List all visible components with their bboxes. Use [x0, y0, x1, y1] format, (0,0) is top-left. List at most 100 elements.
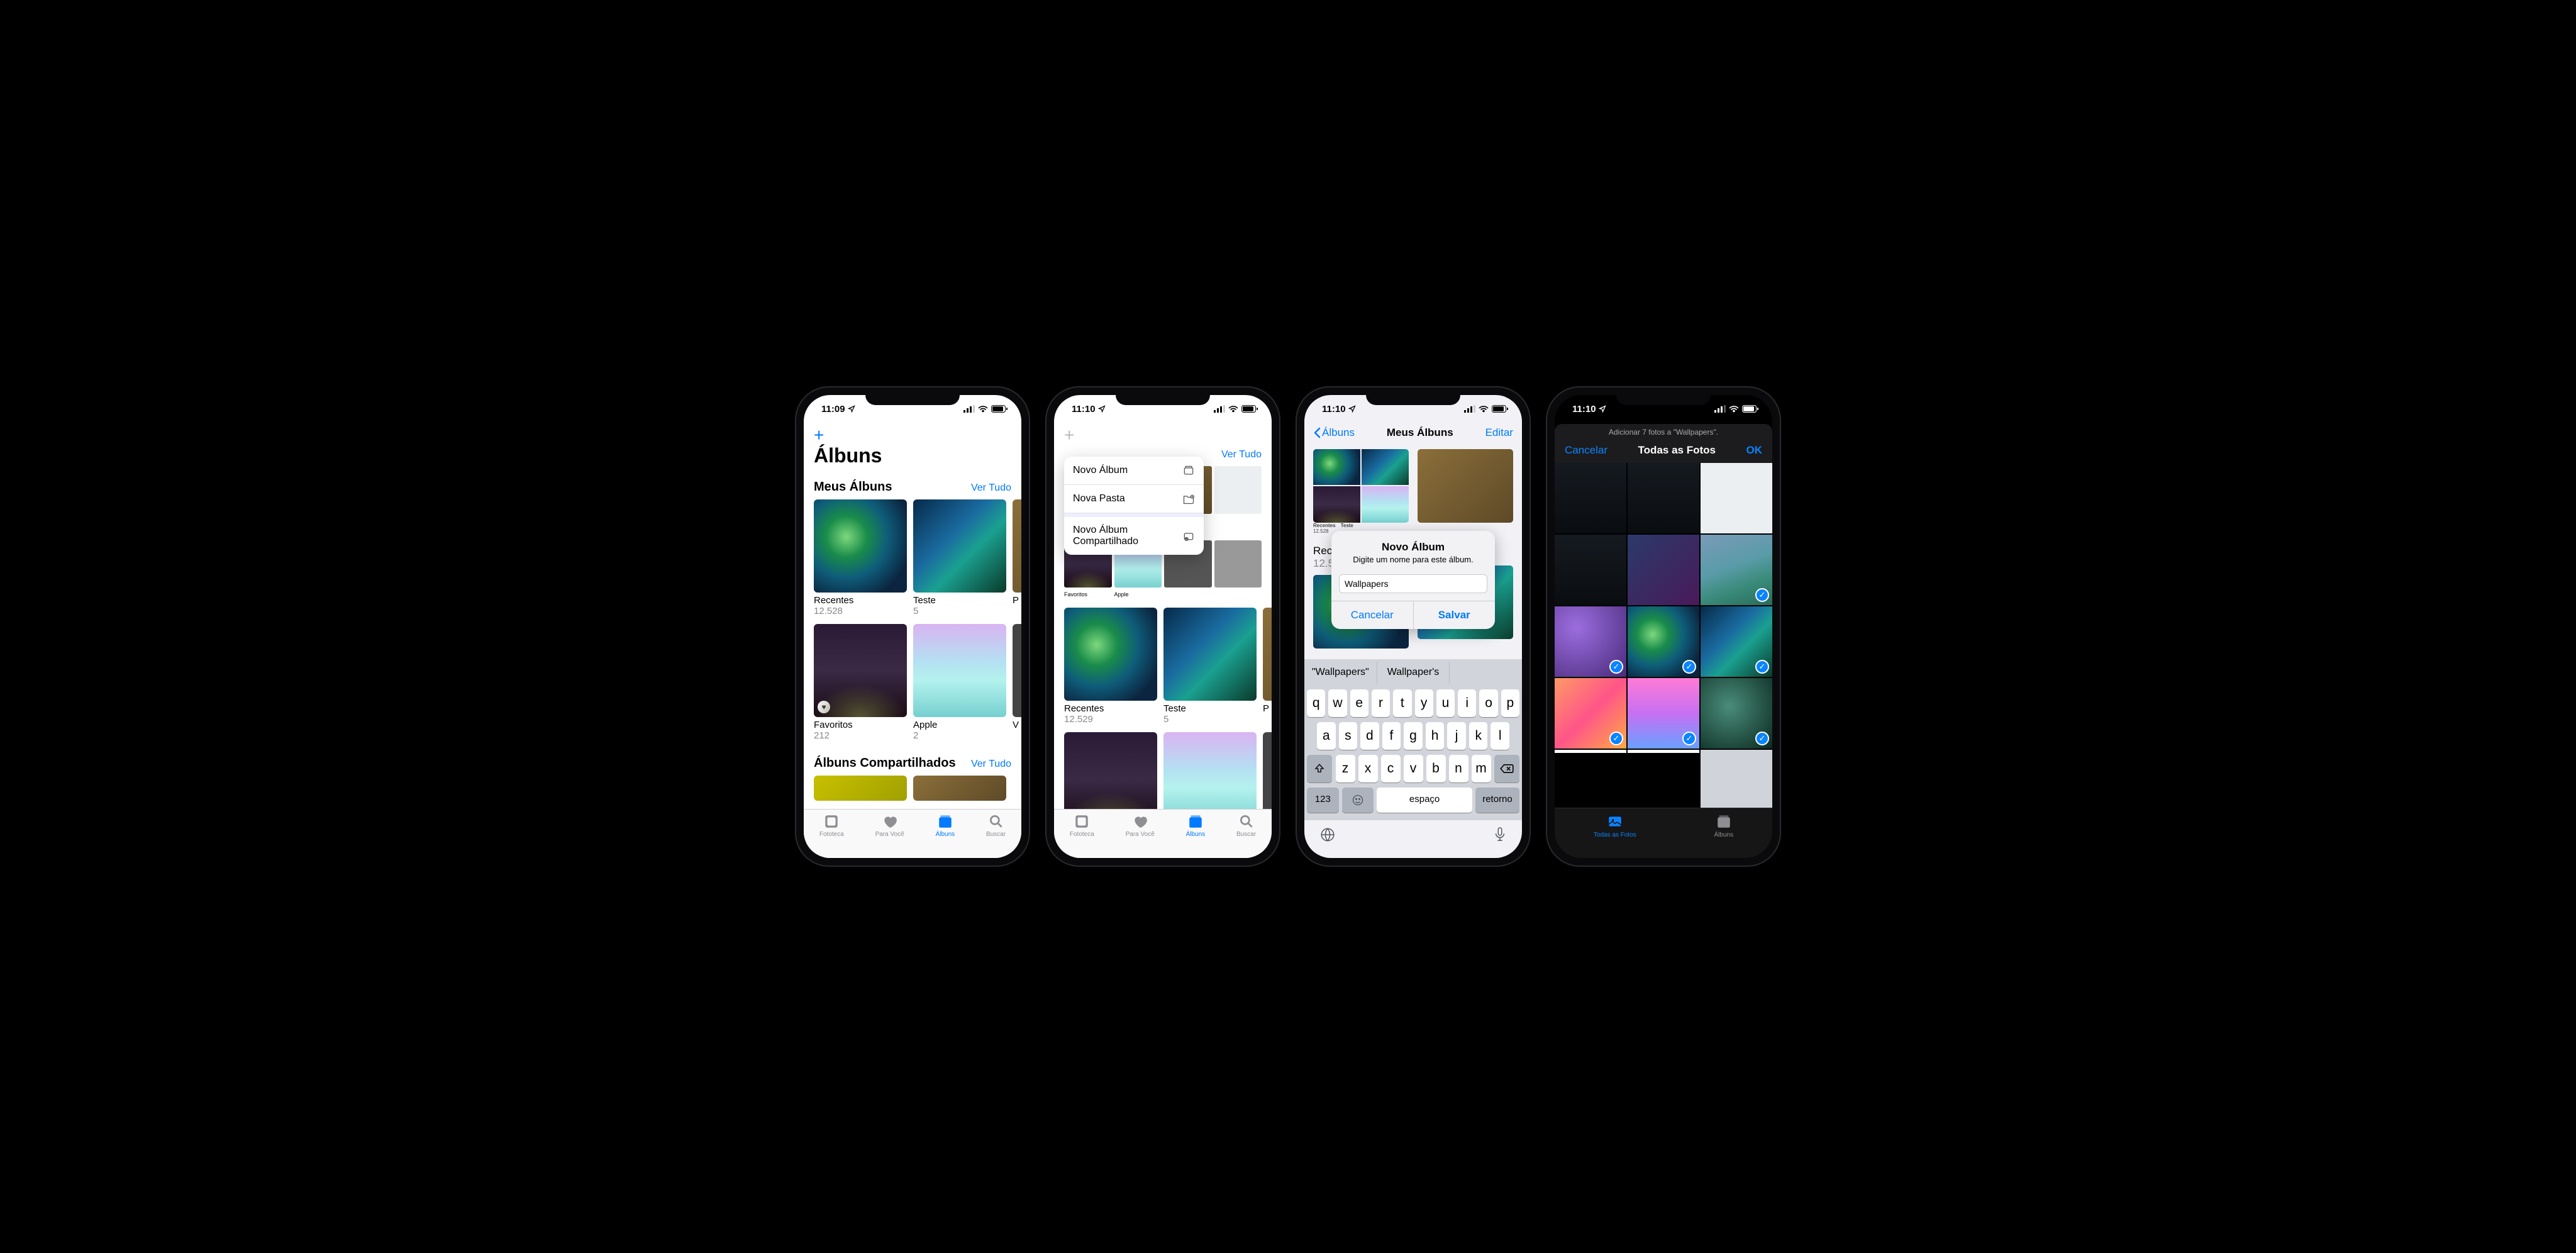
screen-photo-picker: 11:10 Adicionar 7 fotos a "Wallpapers". …: [1555, 395, 1772, 858]
photo-cell[interactable]: [1701, 463, 1772, 533]
album-item[interactable]: Teste 5: [913, 499, 1006, 616]
menu-new-album[interactable]: Novo Álbum: [1064, 457, 1204, 485]
nav-title: Meus Álbuns: [1387, 426, 1453, 439]
status-time: 11:10: [1572, 404, 1596, 415]
albums-icon: [937, 813, 953, 830]
tab-para-voce[interactable]: Para Você: [1126, 813, 1155, 838]
album-item[interactable]: P: [1013, 499, 1021, 616]
tab-albuns[interactable]: Álbuns: [936, 813, 955, 838]
for-you-icon: [882, 813, 898, 830]
album-item[interactable]: Apple 2: [1163, 732, 1257, 809]
photo-cell[interactable]: [1701, 750, 1772, 808]
section-shared-albums: Álbuns Compartilhados: [814, 756, 956, 771]
album-item[interactable]: Recentes 12.529: [1064, 608, 1157, 725]
alert-subtitle: Digite um nome para este álbum.: [1339, 555, 1487, 564]
tab-albuns[interactable]: Álbuns: [1186, 813, 1206, 838]
status-time: 11:10: [1322, 404, 1346, 415]
albums-icon: [1716, 813, 1732, 830]
photo-cell[interactable]: ✓: [1701, 535, 1772, 605]
tab-albums[interactable]: Álbuns: [1714, 813, 1734, 838]
tab-bar: Fototeca Para Você Álbuns Buscar: [804, 809, 1021, 858]
alert-backdrop: Novo Álbum Digite um nome para este álbu…: [1304, 443, 1522, 858]
photo-cell[interactable]: [1555, 750, 1626, 808]
folder-icon: [1182, 493, 1195, 505]
location-icon: [1599, 405, 1606, 413]
album-item[interactable]: V: [1013, 624, 1021, 741]
photo-cell[interactable]: [1628, 750, 1699, 808]
menu-new-folder[interactable]: Nova Pasta: [1064, 485, 1204, 513]
cancel-button[interactable]: Cancelar: [1565, 444, 1607, 457]
checkmark-icon: ✓: [1755, 732, 1769, 745]
picker-tab-bar: Todas as Fotos Álbuns: [1555, 808, 1772, 858]
battery-icon: [1742, 405, 1758, 413]
tab-all-photos[interactable]: Todas as Fotos: [1594, 813, 1636, 838]
phone-2: 11:10 + . Ver Tudo Recentes12.528 Teste5: [1046, 387, 1279, 866]
album-item[interactable]: Teste 5: [1163, 608, 1257, 725]
notch: [1616, 387, 1711, 405]
tab-para-voce[interactable]: Para Você: [875, 813, 904, 838]
location-icon: [1348, 405, 1356, 413]
tab-fototeca[interactable]: Fototeca: [819, 813, 844, 838]
notch: [1116, 387, 1210, 405]
sheet-hint: Adicionar 7 fotos a "Wallpapers".: [1555, 424, 1772, 439]
status-time: 11:09: [821, 404, 845, 415]
for-you-icon: [1132, 813, 1148, 830]
wifi-icon: [1729, 405, 1739, 413]
album-item[interactable]: P: [1263, 608, 1272, 725]
tab-buscar[interactable]: Buscar: [1236, 813, 1256, 838]
photo-cell[interactable]: ✓: [1701, 606, 1772, 677]
checkmark-icon: ✓: [1609, 732, 1623, 745]
album-item[interactable]: Recentes 12.528: [814, 499, 907, 616]
checkmark-icon: ✓: [1682, 732, 1696, 745]
photo-cell[interactable]: [1628, 463, 1699, 533]
see-all-link[interactable]: Ver Tudo: [1221, 449, 1262, 460]
phone-1: 11:09 + Álbuns Meus Álbuns Ver Tudo Rece…: [796, 387, 1029, 866]
photo-cell[interactable]: ✓: [1628, 606, 1699, 677]
shared-album-icon: [1182, 530, 1195, 542]
album-item[interactable]: V: [1263, 732, 1272, 809]
back-button[interactable]: Álbuns: [1313, 426, 1355, 439]
checkmark-icon: ✓: [1755, 660, 1769, 674]
tab-fototeca[interactable]: Fototeca: [1070, 813, 1094, 838]
photo-cell[interactable]: [1555, 463, 1626, 533]
photo-cell[interactable]: [1555, 535, 1626, 605]
phone-3: 11:10 Álbuns Meus Álbuns Editar: [1297, 387, 1530, 866]
cancel-button[interactable]: Cancelar: [1331, 601, 1414, 629]
new-album-alert: Novo Álbum Digite um nome para este álbu…: [1331, 531, 1495, 629]
album-item[interactable]: ♥ Favoritos 212: [814, 624, 907, 741]
add-button[interactable]: +: [1054, 423, 1272, 444]
tab-bar: Fototeca Para Você Álbuns Buscar: [1054, 809, 1272, 858]
album-icon: [1182, 464, 1195, 477]
photo-cell[interactable]: ✓: [1701, 678, 1772, 749]
edit-button[interactable]: Editar: [1485, 426, 1513, 439]
checkmark-icon: ✓: [1755, 588, 1769, 602]
screen-albums-menu: 11:10 + . Ver Tudo Recentes12.528 Teste5: [1054, 395, 1272, 858]
location-icon: [848, 405, 855, 413]
see-all-link[interactable]: Ver Tudo: [971, 482, 1011, 494]
notch: [865, 387, 960, 405]
album-name-input[interactable]: [1339, 574, 1487, 593]
menu-new-shared-album[interactable]: Novo Álbum Compartilha­do: [1064, 517, 1204, 555]
photo-cell[interactable]: [1628, 535, 1699, 605]
photo-cell[interactable]: ✓: [1555, 606, 1626, 677]
ok-button[interactable]: OK: [1746, 444, 1762, 457]
all-photos-icon: [1607, 813, 1623, 830]
wifi-icon: [1228, 405, 1238, 413]
signal-icon: [1214, 405, 1225, 413]
see-all-link[interactable]: Ver Tudo: [971, 759, 1011, 770]
photo-cell[interactable]: ✓: [1628, 678, 1699, 749]
page-title: Álbuns: [804, 444, 1021, 472]
battery-icon: [1241, 405, 1258, 413]
phone-4: 11:10 Adicionar 7 fotos a "Wallpapers". …: [1547, 387, 1780, 866]
save-button[interactable]: Salvar: [1414, 601, 1496, 629]
nav-title: Todas as Fotos: [1638, 444, 1716, 457]
photo-cell[interactable]: ✓: [1555, 678, 1626, 749]
album-item[interactable]: ♥ Favoritos 212: [1064, 732, 1157, 809]
tab-buscar[interactable]: Buscar: [986, 813, 1006, 838]
add-button[interactable]: +: [804, 423, 1021, 444]
photo-grid: ✓ ✓ ✓ ✓ ✓ ✓ ✓: [1555, 463, 1772, 808]
album-item[interactable]: Apple 2: [913, 624, 1006, 741]
checkmark-icon: ✓: [1609, 660, 1623, 674]
library-icon: [823, 813, 840, 830]
screen-new-album-alert: 11:10 Álbuns Meus Álbuns Editar: [1304, 395, 1522, 858]
